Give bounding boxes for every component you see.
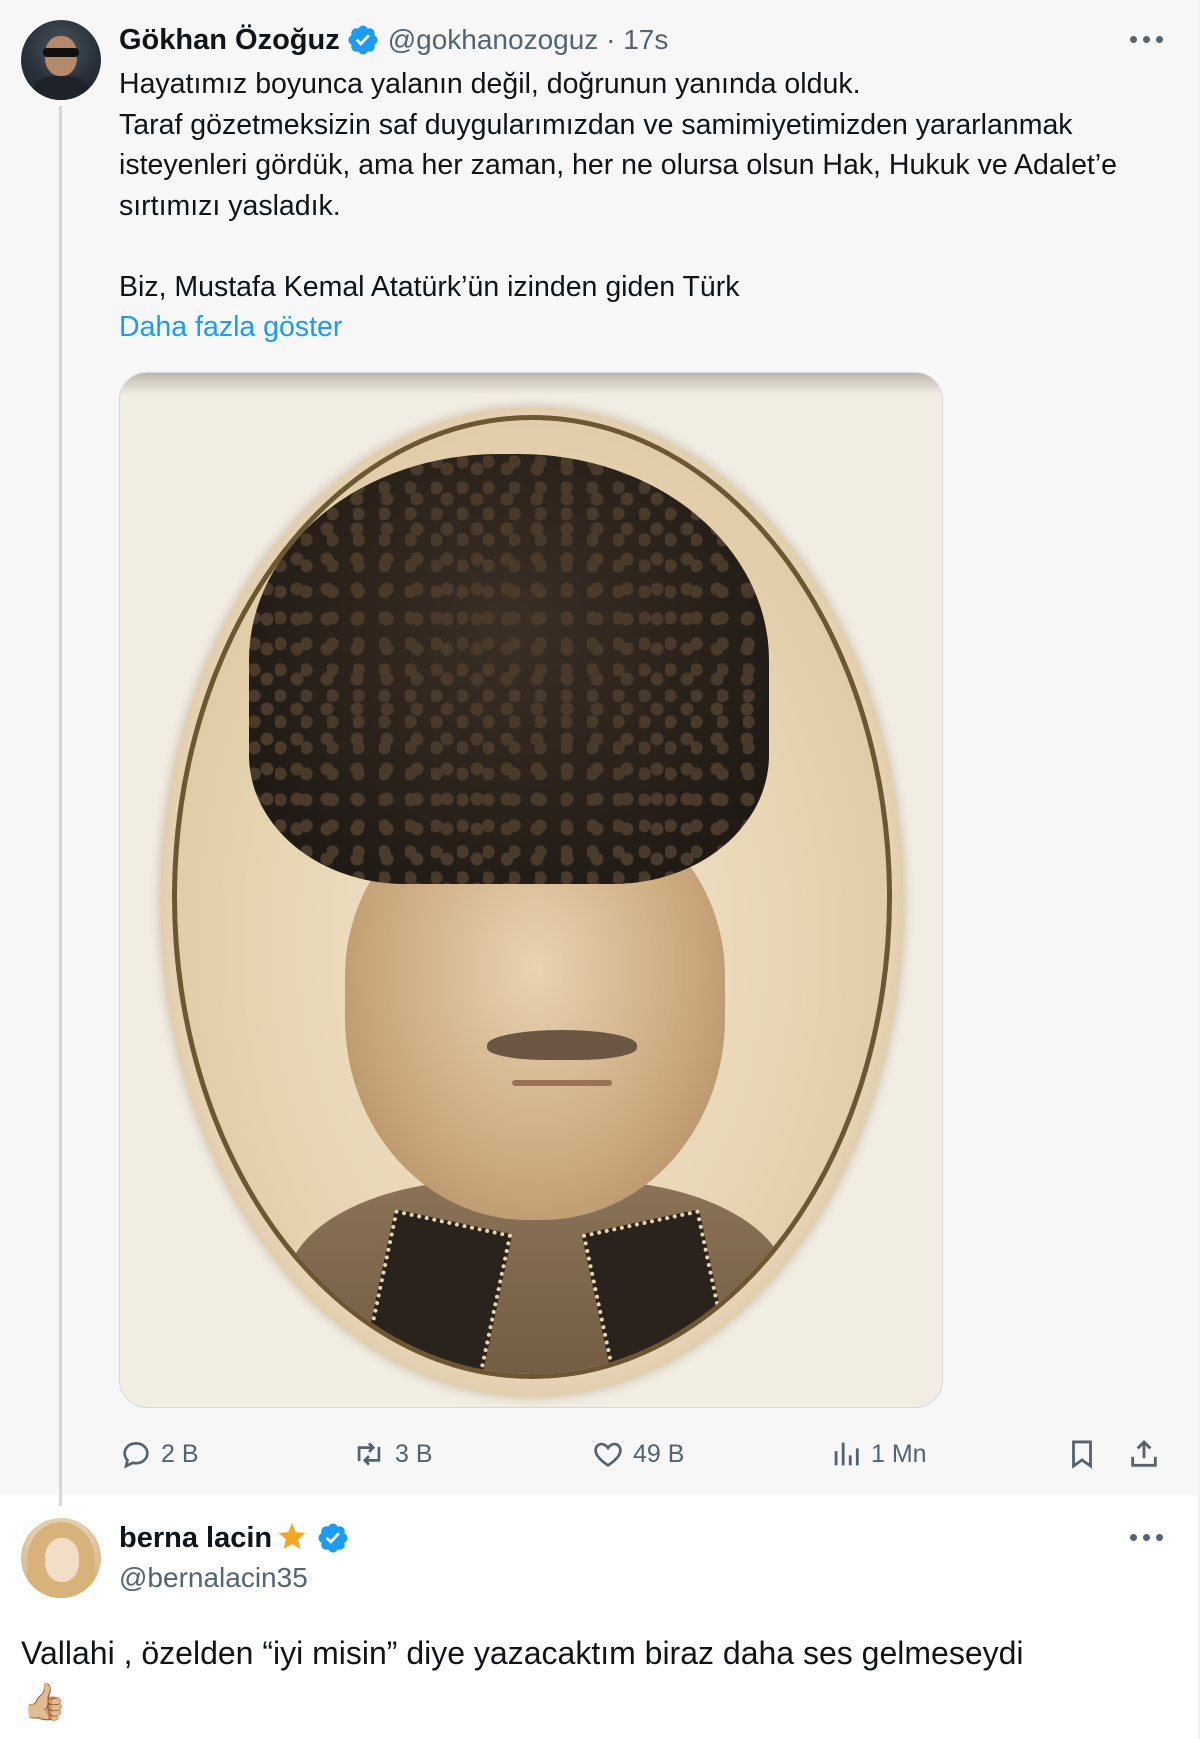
bookmark-button[interactable] xyxy=(1065,1432,1107,1476)
views-count: 1 Mn xyxy=(871,1439,927,1468)
verified-badge-icon xyxy=(348,25,378,55)
reply-author-name[interactable]: berna lacin xyxy=(119,1522,272,1555)
like-count: 49 B xyxy=(633,1439,685,1468)
reply-author-handle[interactable]: @bernalacin35 xyxy=(119,1558,308,1598)
tweet-header: Gökhan Özoğuz @gokhanozoguz · 17s xyxy=(119,18,668,62)
author-name[interactable]: Gökhan Özoğuz xyxy=(119,24,340,57)
share-icon xyxy=(1131,1439,1157,1467)
verified-badge-icon xyxy=(318,1523,348,1553)
bookmark-icon xyxy=(1072,1440,1092,1469)
retweet-button[interactable]: 3 B xyxy=(351,1432,433,1476)
tweet-image[interactable] xyxy=(119,372,943,1408)
tweet-actions: 2 B 3 B 49 B 1 Mn xyxy=(119,1432,1179,1476)
reply-text: Vallahi , özelden “iyi misin” diye yazac… xyxy=(21,1635,1024,1671)
share-button[interactable] xyxy=(1127,1432,1169,1476)
reply-author-avatar[interactable] xyxy=(21,1518,101,1598)
reply-icon xyxy=(123,1442,149,1469)
author-avatar[interactable] xyxy=(21,20,101,100)
tweet-time[interactable]: 17s xyxy=(623,24,668,56)
more-icon[interactable] xyxy=(1130,1532,1166,1544)
more-icon[interactable] xyxy=(1130,34,1166,46)
show-more-link[interactable]: Daha fazla göster xyxy=(119,307,342,347)
views-icon xyxy=(834,1442,859,1466)
like-icon xyxy=(594,1442,622,1467)
views-button[interactable]: 1 Mn xyxy=(829,1432,927,1476)
separator-dot: · xyxy=(606,24,616,55)
portrait xyxy=(172,415,892,1379)
retweet-icon xyxy=(357,1442,381,1466)
reply-count: 2 B xyxy=(161,1439,199,1468)
tweet-text: Hayatımız boyunca yalanın değil, doğrunu… xyxy=(119,68,1118,303)
thread-line xyxy=(59,106,62,1506)
like-button[interactable]: 49 B xyxy=(591,1432,684,1476)
star-icon xyxy=(278,1523,306,1549)
author-handle[interactable]: @gokhanozoguz xyxy=(388,24,599,56)
main-tweet[interactable]: Gökhan Özoğuz @gokhanozoguz · 17s Hayatı… xyxy=(0,0,1200,1506)
retweet-count: 3 B xyxy=(395,1439,433,1468)
reply-header: berna lacin xyxy=(119,1516,358,1560)
reply-button[interactable]: 2 B xyxy=(119,1432,199,1476)
thumbs-up-emoji: 👍🏼 xyxy=(22,1681,67,1722)
